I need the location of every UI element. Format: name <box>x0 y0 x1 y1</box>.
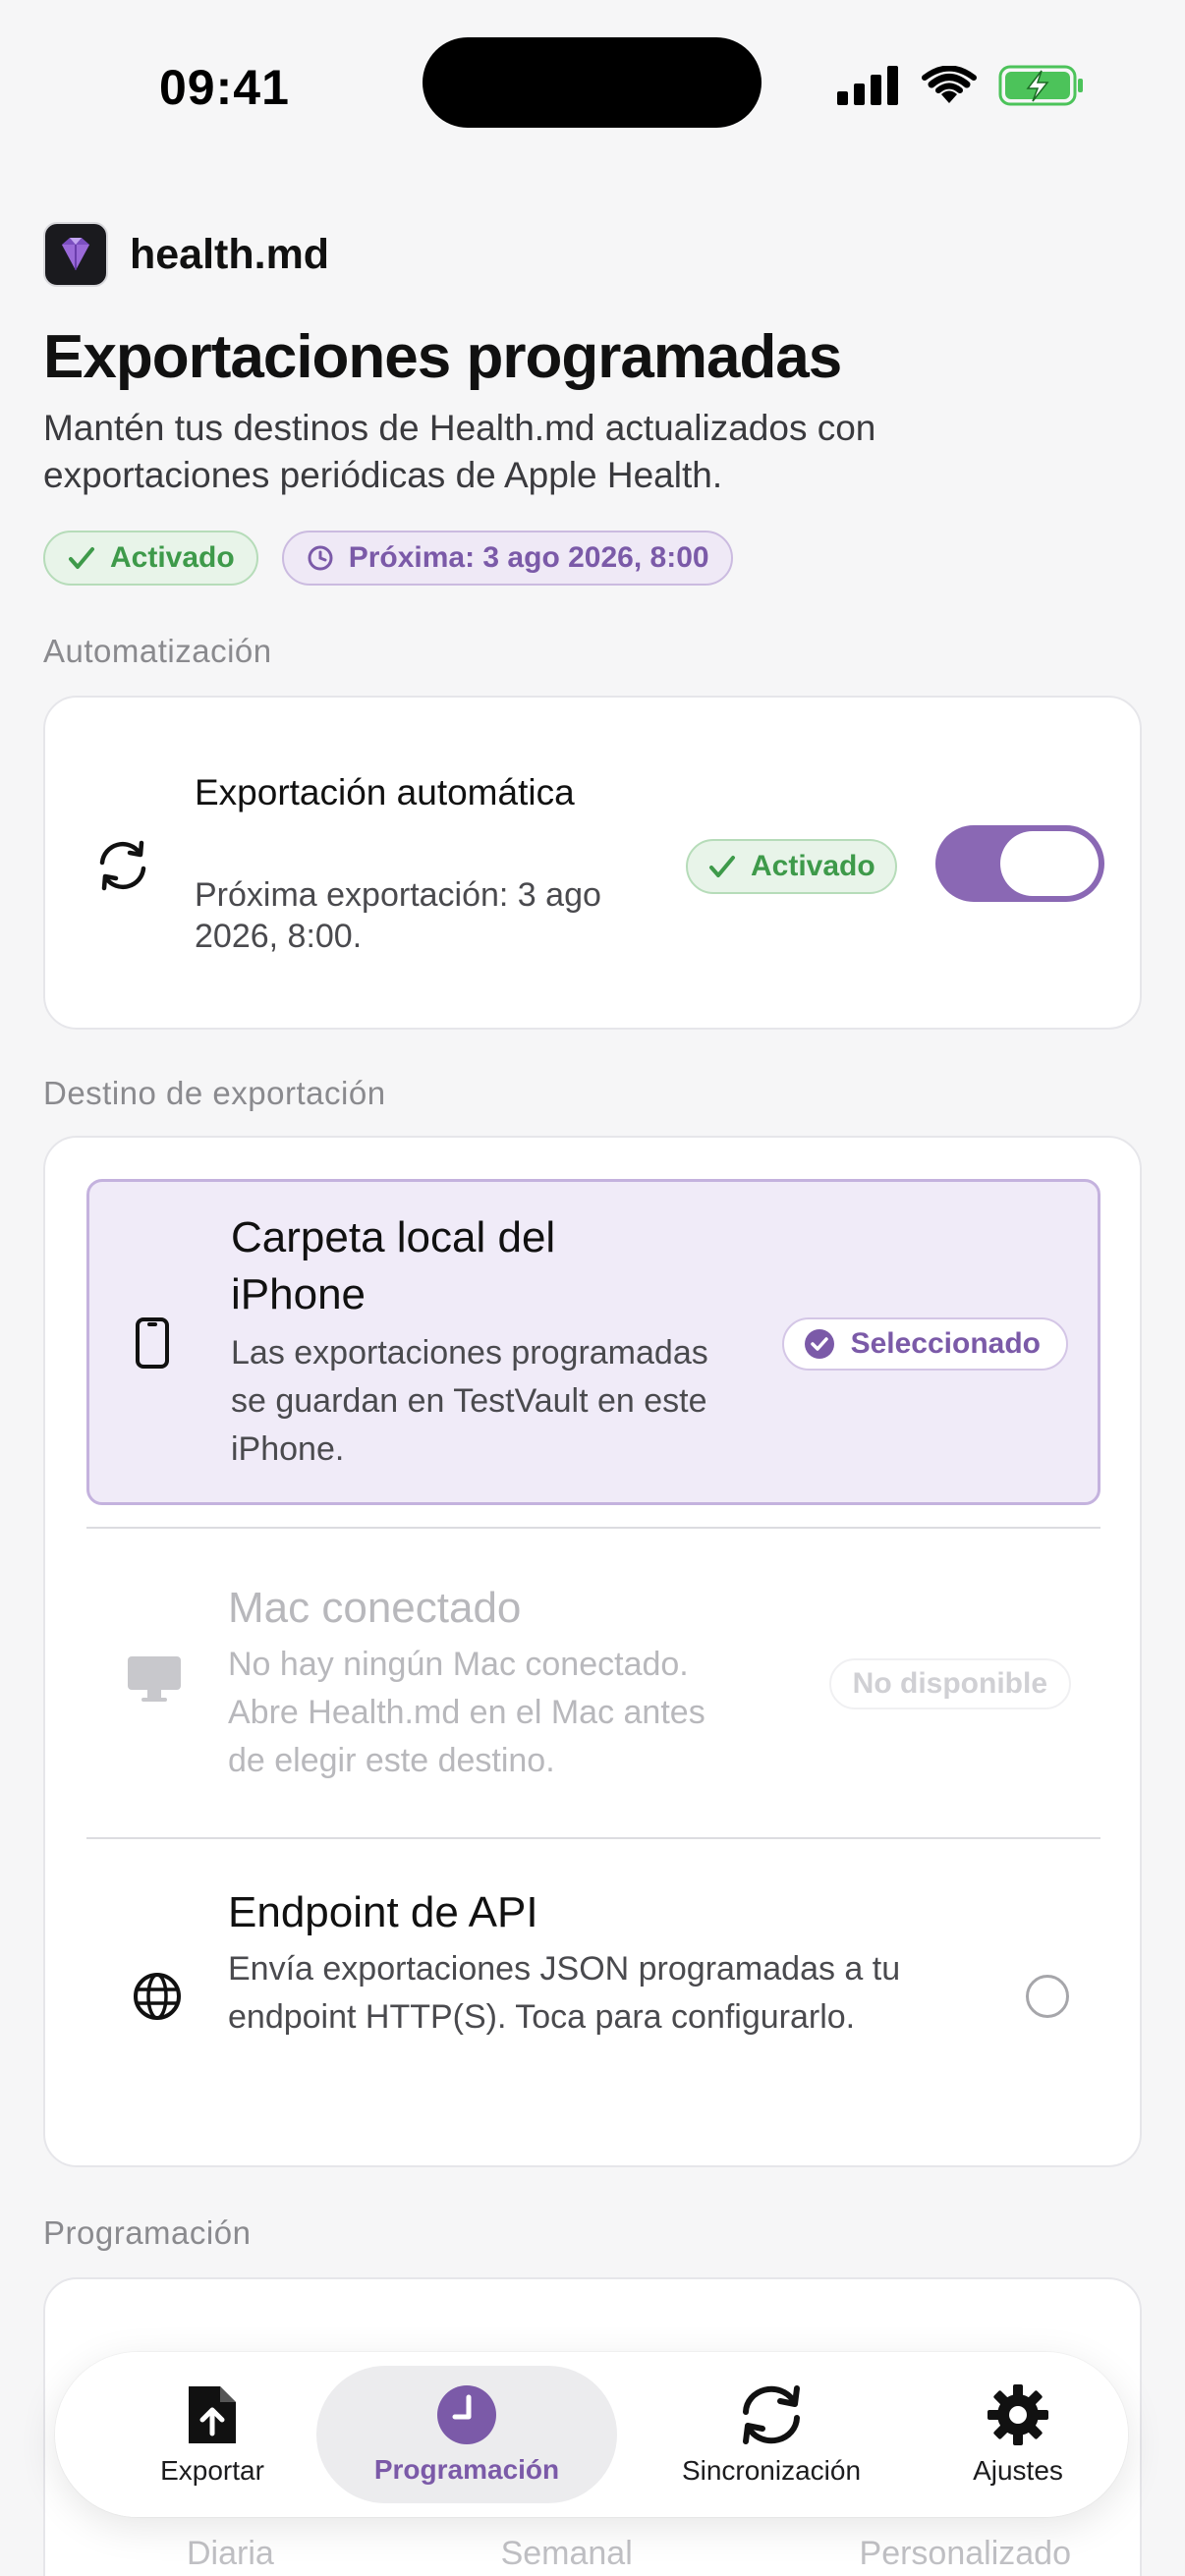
iphone-icon <box>136 1317 169 1369</box>
option-divider <box>86 1527 1100 1529</box>
gear-icon <box>988 2384 1048 2445</box>
tab-bar: Exportar Programación Sincronización Aju… <box>55 2352 1128 2517</box>
enabled-chip-label: Activado <box>110 541 235 574</box>
gem-logo-icon <box>62 238 89 270</box>
next-export-chip: Próxima: 3 ago 2026, 8:00 <box>281 531 733 586</box>
destination-section-label: Destino de exportación <box>43 1075 386 1111</box>
sync-icon <box>743 2385 800 2444</box>
option-title: Endpoint de API <box>228 1888 538 1936</box>
selected-badge: Seleccionado <box>781 1317 1068 1371</box>
destination-card: Carpeta local del iPhone Las exportacion… <box>43 1136 1142 2167</box>
next-export-chip-label: Próxima: 3 ago 2026, 8:00 <box>348 541 709 574</box>
tab-sync[interactable]: Sincronización <box>619 2366 924 2503</box>
page-title: Exportaciones programadas <box>43 323 842 391</box>
clock-icon <box>437 2385 496 2444</box>
desktop-icon <box>128 1656 181 1702</box>
auto-export-status-label: Activado <box>751 850 875 882</box>
status-icons <box>837 65 1085 106</box>
clock-icon <box>308 545 333 571</box>
globe-icon <box>134 1973 181 2020</box>
auto-export-title: Exportación automática <box>195 772 575 812</box>
dynamic-island <box>423 37 762 128</box>
segment-weekly[interactable]: Semanal <box>501 2535 633 2573</box>
destination-option-api[interactable]: Endpoint de API Envía exportaciones JSON… <box>86 1841 1100 2152</box>
option-divider <box>86 1837 1100 1839</box>
option-description: No hay ningún Mac conectado. Abre Health… <box>228 1646 705 1779</box>
status-bar: 09:41 <box>0 0 1185 147</box>
app-logo <box>43 222 108 287</box>
export-doc-icon <box>189 2386 236 2443</box>
app-header: health.md <box>43 222 329 287</box>
toggle-knob <box>1000 831 1099 896</box>
auto-export-status-chip: Activado <box>686 839 897 894</box>
status-time: 09:41 <box>159 60 290 115</box>
tab-label: Sincronización <box>681 2455 862 2486</box>
automation-section-label: Automatización <box>43 633 272 669</box>
option-title: Carpeta local del iPhone <box>231 1213 556 1318</box>
app-name: health.md <box>130 230 330 278</box>
option-description: Las exportaciones programadas se guardan… <box>231 1334 708 1468</box>
tab-settings[interactable]: Ajustes <box>920 2366 1116 2503</box>
status-chips: Activado Próxima: 3 ago 2026, 8:00 <box>43 531 733 586</box>
selected-badge-label: Seleccionado <box>850 1327 1041 1360</box>
segment-daily[interactable]: Diaria <box>187 2535 274 2573</box>
frequency-segmented-control[interactable]: Diaria Semanal Personalizado <box>187 2535 1071 2573</box>
enabled-chip: Activado <box>43 531 258 586</box>
sync-icon <box>99 840 146 891</box>
tab-schedule[interactable]: Programación <box>316 2366 617 2503</box>
check-circle-icon <box>804 1329 834 1359</box>
unavailable-badge: No disponible <box>828 1658 1071 1709</box>
tab-export[interactable]: Exportar <box>114 2366 310 2503</box>
destination-option-local[interactable]: Carpeta local del iPhone Las exportacion… <box>86 1179 1100 1505</box>
tab-label: Ajustes <box>973 2455 1063 2486</box>
radio-button[interactable] <box>1026 1975 1069 2018</box>
option-title: Mac conectado <box>228 1584 522 1632</box>
schedule-section-label: Programación <box>43 2214 252 2251</box>
segment-custom[interactable]: Personalizado <box>860 2535 1071 2573</box>
option-description: Envía exportaciones JSON programadas a t… <box>228 1950 901 2036</box>
checkmark-icon <box>709 856 735 877</box>
cellular-signal-icon <box>837 66 898 105</box>
page-subtitle: Mantén tus destinos de Health.md actuali… <box>43 408 876 495</box>
checkmark-icon <box>69 547 94 569</box>
auto-export-toggle[interactable] <box>935 825 1104 902</box>
screen: 09:41 health.md Exportaciones programada… <box>0 0 1185 2576</box>
wifi-icon <box>922 66 977 103</box>
tab-label: Programación <box>373 2454 560 2485</box>
battery-charging-icon <box>998 65 1083 106</box>
destination-option-mac: Mac conectado No hay ningún Mac conectad… <box>86 1531 1100 1837</box>
auto-export-description: Próxima exportación: 3 ago 2026, 8:00. <box>195 876 601 955</box>
automation-card: Exportación automática Próxima exportaci… <box>43 696 1142 1030</box>
tab-label: Exportar <box>160 2455 264 2486</box>
